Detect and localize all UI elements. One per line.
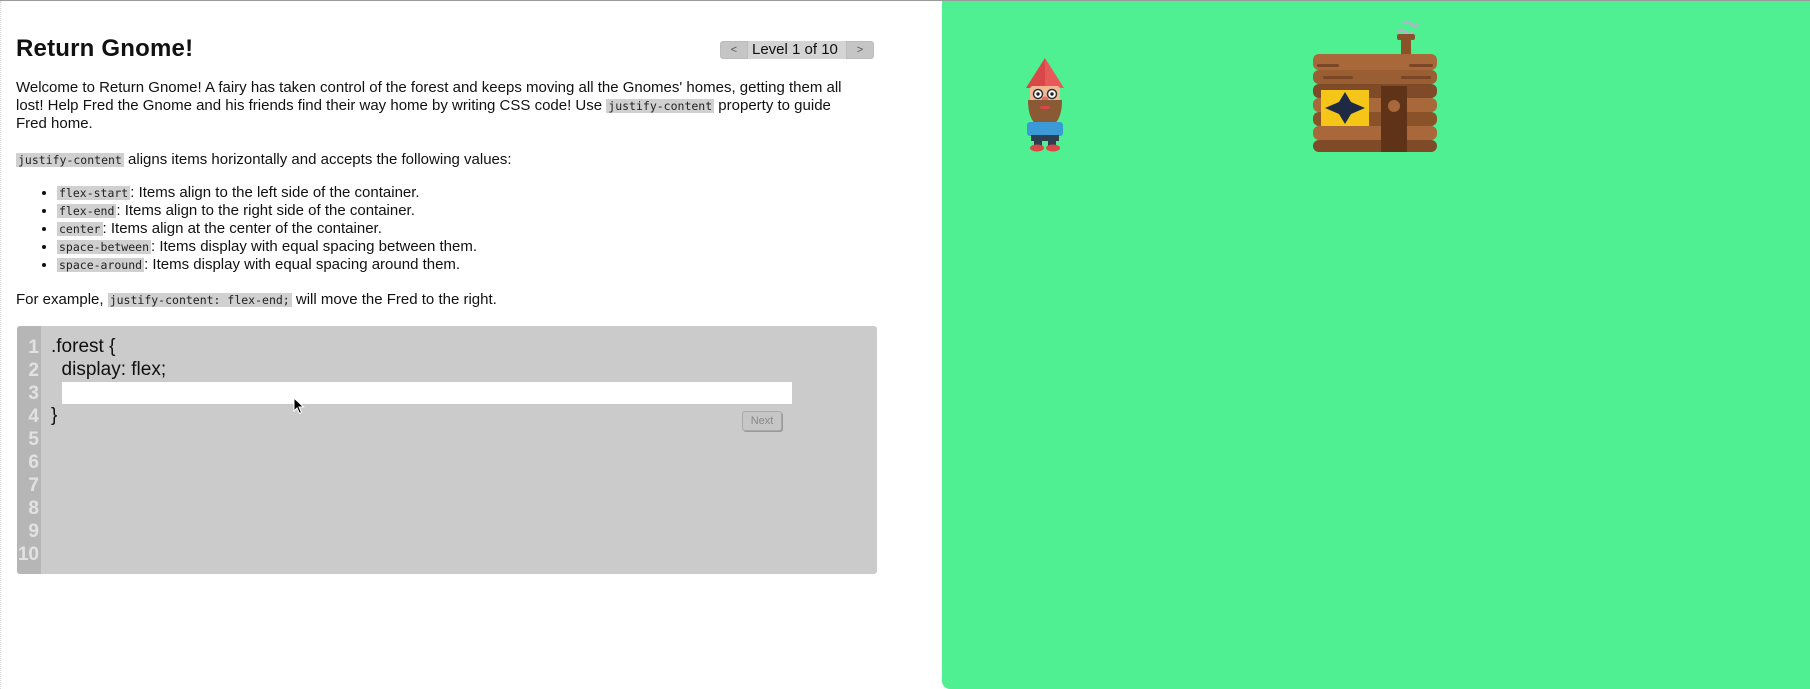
description-code: justify-content	[16, 153, 124, 167]
example-prefix: For example,	[16, 291, 108, 308]
intro-paragraph: Welcome to Return Gnome! A fairy has tak…	[16, 79, 846, 133]
code-line-display: display: flex;	[51, 359, 167, 380]
gnome-icon	[1026, 58, 1064, 152]
line-number-gutter: 1 2 3 4 5 6 7 8 9 10	[17, 326, 41, 574]
description-paragraph: justify-content aligns items horizontall…	[16, 151, 846, 169]
house-icon	[1313, 20, 1437, 152]
description-text: aligns items horizontally and accepts th…	[123, 151, 512, 168]
value-text: : Items display with equal spacing betwe…	[151, 238, 478, 255]
level-navigation: < Level 1 of 10 >	[720, 41, 874, 59]
example-paragraph: For example, justify-content: flex-end; …	[16, 291, 846, 309]
list-item: space-around: Items display with equal s…	[57, 256, 477, 274]
code-line-close: }	[51, 405, 58, 426]
panel-edge	[0, 1, 2, 689]
previous-level-button[interactable]: <	[720, 41, 748, 59]
page-title: Return Gnome!	[16, 35, 194, 62]
list-item: space-between: Items display with equal …	[57, 238, 477, 256]
line-number: 2	[28, 360, 39, 381]
value-code: space-around	[57, 258, 145, 272]
line-number: 5	[28, 429, 39, 450]
list-item: center: Items align at the center of the…	[57, 220, 477, 238]
list-item: flex-start: Items align to the left side…	[57, 184, 477, 202]
value-code: flex-start	[57, 186, 131, 200]
values-list: flex-start: Items align to the left side…	[16, 184, 477, 274]
list-item: flex-end: Items align to the right side …	[57, 202, 477, 220]
line-number: 9	[28, 521, 39, 542]
value-text: : Items align at the center of the conta…	[102, 220, 382, 237]
mouse-cursor-icon	[293, 397, 305, 415]
value-text: : Items align to the left side of the co…	[130, 184, 420, 201]
line-number: 4	[28, 406, 39, 427]
value-text: : Items display with equal spacing aroun…	[144, 256, 461, 273]
line-number: 8	[28, 498, 39, 519]
css-code-input[interactable]	[62, 382, 792, 404]
value-code: flex-end	[57, 204, 117, 218]
next-level-button[interactable]: >	[845, 41, 874, 59]
intro-code: justify-content	[606, 99, 715, 113]
line-number: 1	[28, 337, 39, 358]
next-button[interactable]: Next	[742, 411, 782, 431]
line-number: 3	[28, 383, 39, 404]
example-code: justify-content: flex-end;	[107, 293, 292, 307]
value-code: space-between	[57, 240, 152, 254]
line-number: 7	[28, 475, 39, 496]
value-code: center	[57, 222, 103, 236]
level-indicator[interactable]: Level 1 of 10	[748, 41, 846, 59]
code-line-selector: .forest {	[51, 336, 116, 357]
example-suffix: will move the Fred to the right.	[291, 291, 497, 308]
line-number: 6	[28, 452, 39, 473]
value-text: : Items align to the right side of the c…	[116, 202, 415, 219]
line-number: 10	[17, 544, 39, 565]
css-editor: 1 2 3 4 5 6 7 8 9 10 .forest { display: …	[17, 326, 877, 574]
